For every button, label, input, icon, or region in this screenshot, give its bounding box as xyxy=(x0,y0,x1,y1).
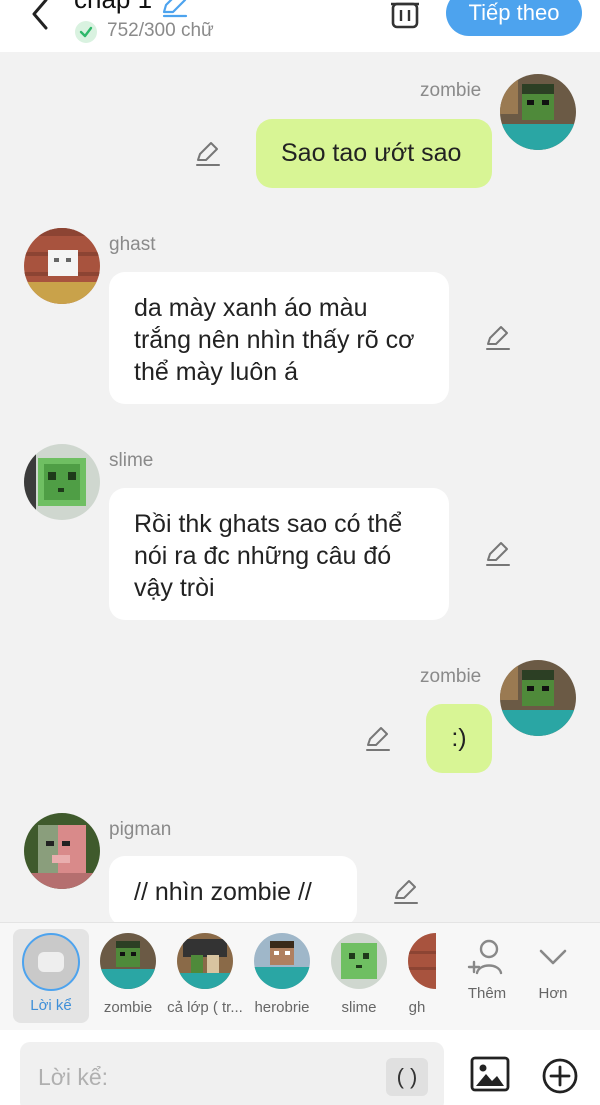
next-button[interactable]: Tiếp theo xyxy=(446,0,582,36)
avatar-zombie[interactable] xyxy=(500,660,576,736)
sender-name: zombie xyxy=(420,80,482,101)
input-placeholder: Lời kể: xyxy=(38,1064,109,1090)
add-character-button[interactable]: Thêm xyxy=(452,937,522,1002)
avatar-zombie[interactable] xyxy=(500,74,576,150)
top-bar: chap 1 752/300 chữ Tiếp theo xyxy=(0,0,600,52)
trash-icon[interactable] xyxy=(388,0,422,30)
chapter-title: chap 1 xyxy=(74,0,152,15)
add-character-label: Thêm xyxy=(467,985,507,1002)
plus-circle-icon[interactable] xyxy=(540,1056,580,1096)
parentheses-button[interactable]: ( ) xyxy=(386,1058,428,1096)
character-label: slime xyxy=(341,999,377,1016)
character-label: gh xyxy=(408,999,426,1016)
character-herobrine[interactable]: herobrie xyxy=(244,933,320,1016)
image-icon[interactable] xyxy=(470,1054,510,1094)
character-slime[interactable]: slime xyxy=(321,933,397,1016)
more-button[interactable]: Hơn xyxy=(518,937,588,1002)
check-circle-icon xyxy=(75,21,97,43)
sender-name: slime xyxy=(109,450,154,471)
edit-message-icon[interactable] xyxy=(392,878,420,906)
avatar-ghast[interactable] xyxy=(24,228,100,304)
edit-message-icon[interactable] xyxy=(194,140,222,168)
character-bar: Lời kể zombie cả lớp ( tr... herobrie sl… xyxy=(0,922,600,1030)
narrator-icon xyxy=(22,933,80,991)
add-person-icon xyxy=(467,939,503,975)
avatar-slime[interactable] xyxy=(24,444,100,520)
character-narrator[interactable]: Lời kể xyxy=(13,929,89,1023)
message-input[interactable]: Lời kể: ( ) xyxy=(20,1042,444,1105)
chevron-down-icon xyxy=(539,949,567,965)
character-avatar xyxy=(408,933,436,989)
edit-message-icon[interactable] xyxy=(484,540,512,568)
message-list: zombie Sao tao ướt sao ghast da mày xanh… xyxy=(0,52,600,922)
character-label: cả lớp ( tr... xyxy=(167,999,243,1016)
sender-name: pigman xyxy=(109,819,172,840)
word-count: 752/300 chữ xyxy=(107,20,214,41)
sender-name: zombie xyxy=(420,666,482,687)
edit-title-icon[interactable] xyxy=(160,0,188,18)
message-bubble[interactable]: da mày xanh áo màu trắng nên nhìn thấy r… xyxy=(109,272,449,404)
avatar-pigman[interactable] xyxy=(24,813,100,889)
character-label: herobrie xyxy=(254,999,310,1016)
compose-bar: Lời kể: ( ) xyxy=(0,1030,600,1105)
character-avatar xyxy=(254,933,310,989)
edit-message-icon[interactable] xyxy=(484,324,512,352)
back-arrow-icon[interactable] xyxy=(22,0,62,34)
character-label: Lời kể xyxy=(30,997,72,1014)
message-bubble[interactable]: Sao tao ướt sao xyxy=(256,119,492,188)
message-bubble[interactable]: // nhìn zombie // xyxy=(109,856,357,922)
character-avatar xyxy=(100,933,156,989)
edit-message-icon[interactable] xyxy=(364,725,392,753)
sender-name: ghast xyxy=(109,234,156,255)
character-zombie[interactable]: zombie xyxy=(90,933,166,1016)
character-label: zombie xyxy=(103,999,153,1016)
character-avatar xyxy=(177,933,233,989)
message-bubble[interactable]: :) xyxy=(426,704,492,773)
character-class[interactable]: cả lớp ( tr... xyxy=(167,933,243,1016)
character-ghast[interactable]: gh xyxy=(398,933,436,1016)
more-label: Hơn xyxy=(538,985,568,1002)
message-bubble[interactable]: Rồi thk ghats sao có thể nói ra đc những… xyxy=(109,488,449,620)
character-avatar xyxy=(331,933,387,989)
